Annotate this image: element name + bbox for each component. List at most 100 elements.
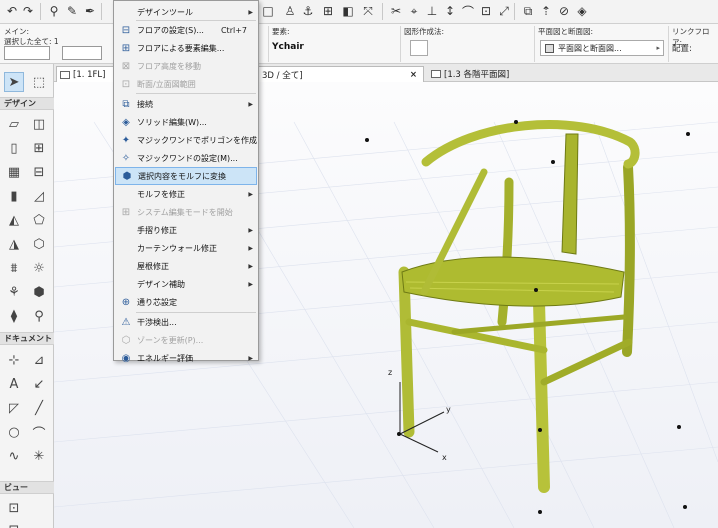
- shell-icon[interactable]: ⬠: [29, 210, 49, 230]
- tab-floor-plan-label: [1. 1FL]: [73, 69, 106, 80]
- menu-item[interactable]: カーテンウォール修正 ▶: [115, 239, 257, 257]
- tab-floor-plan[interactable]: [1. 1FL]: [56, 66, 114, 82]
- toolbar-divider: [382, 3, 383, 20]
- grid-icon: ⊕: [121, 296, 131, 308]
- plan-section-button[interactable]: 平面図と断面図... ▸: [540, 40, 664, 56]
- menu-item[interactable]: ⊕ 通り芯設定: [115, 293, 257, 311]
- stretch-icon[interactable]: ↕: [442, 3, 458, 19]
- section-icon[interactable]: ⊡: [4, 498, 24, 518]
- slab-icon[interactable]: ▦: [4, 162, 24, 182]
- object-icon[interactable]: ⚘: [4, 282, 24, 302]
- box-icon[interactable]: □: [260, 3, 276, 19]
- window-icon[interactable]: ⊞: [29, 138, 49, 158]
- plan-section-value: 平面図と断面図...: [558, 43, 622, 53]
- wall-icon[interactable]: ▱: [4, 114, 24, 134]
- circle-icon[interactable]: ○: [4, 422, 24, 442]
- pen-selector[interactable]: [62, 46, 102, 60]
- inject-icon[interactable]: ✒: [82, 3, 98, 19]
- zone-icon[interactable]: ⬢: [29, 282, 49, 302]
- stair-icon[interactable]: ◿: [29, 186, 49, 206]
- menu-item[interactable]: 屋根修正 ▶: [115, 257, 257, 275]
- elevate-icon[interactable]: ⇡: [538, 3, 554, 19]
- morph-icon[interactable]: ⧫: [4, 306, 24, 326]
- arrow-select-icon[interactable]: ➤: [4, 72, 24, 92]
- offset-icon[interactable]: ⊡: [478, 3, 494, 19]
- trim-icon[interactable]: ⧉: [520, 3, 536, 19]
- magic-wand-icon: ✦: [121, 134, 131, 146]
- menu-item[interactable]: ◈ ソリッド編集(W)...: [115, 113, 257, 131]
- redo-icon[interactable]: ↷: [20, 3, 36, 19]
- spline-icon[interactable]: ∿: [4, 446, 24, 466]
- polyline-icon[interactable]: ⌒: [29, 422, 49, 442]
- menu-item[interactable]: ⊟ フロアの設定(S)... Ctrl+7: [115, 21, 257, 39]
- pin-icon[interactable]: ⚓: [300, 3, 316, 19]
- magic-wand-settings-icon: ✧: [121, 152, 131, 164]
- floor-plan-icon: [60, 70, 70, 79]
- undo-icon[interactable]: ↶: [4, 3, 20, 19]
- menu-item[interactable]: ✦ マジックワンドでポリゴンを作成: [115, 131, 257, 149]
- element-value[interactable]: Ychair: [272, 42, 304, 52]
- layer-icon[interactable]: ◈: [574, 3, 590, 19]
- menu-item-label: マジックワンドの設定(M)...: [137, 153, 238, 163]
- grid-tool-icon[interactable]: ⊟: [29, 162, 49, 182]
- menu-item[interactable]: モルフを修正 ▶: [115, 185, 257, 203]
- resize-icon[interactable]: ⤢: [496, 3, 512, 19]
- text-icon[interactable]: A: [4, 374, 24, 394]
- ychair-model[interactable]: [398, 120, 640, 493]
- menu-item[interactable]: デザインツール ▶: [115, 3, 257, 21]
- main-toolbar: ↶ ↷ ⚲ ✎ ✒ □ ♙ ⚓ ⊞ ◧ ⤧ ✂ ⌖ ⊥ ↕ ⌒ ⊡ ⤢ ⧉ ⇡ …: [0, 0, 718, 24]
- level-dimension-icon[interactable]: ⊿: [29, 350, 49, 370]
- grid-snap-icon[interactable]: ⊞: [320, 3, 336, 19]
- marquee-icon[interactable]: ⬚: [29, 72, 49, 92]
- cross-icon[interactable]: ⤧: [360, 3, 376, 19]
- menu-item-label: フロアの設定(S)...: [137, 25, 204, 35]
- menu-item-label: モルフを修正: [137, 189, 185, 199]
- menu-item[interactable]: ⊞ フロアによる要素編集...: [115, 39, 257, 57]
- menu-item[interactable]: ◉ エネルギー評価 ▶: [115, 349, 257, 367]
- close-icon[interactable]: ×: [410, 70, 417, 80]
- menu-item[interactable]: ⚠ 干渉検出...: [115, 313, 257, 331]
- selection-hotspots[interactable]: [365, 120, 690, 514]
- mesh-icon[interactable]: ◮: [4, 234, 24, 254]
- align-icon[interactable]: ⊥: [424, 3, 440, 19]
- tab-plan-label: [1.3 各階平面図]: [444, 70, 510, 80]
- label-icon[interactable]: ↙: [29, 374, 49, 394]
- menu-item[interactable]: ⧉ 接続 ▶: [115, 95, 257, 113]
- lamp-icon[interactable]: ☼: [29, 258, 49, 278]
- railing-icon[interactable]: ⩩: [4, 258, 24, 278]
- submenu-arrow-icon: ▶: [248, 190, 253, 198]
- person-icon[interactable]: ♙: [282, 3, 298, 19]
- menu-item[interactable]: デザイン補助 ▶: [115, 275, 257, 293]
- menu-item[interactable]: ⬢ 選択内容をモルフに変換: [115, 167, 257, 185]
- menu-item[interactable]: ✧ マジックワンドの設定(M)...: [115, 149, 257, 167]
- pin-tool-icon[interactable]: ⚲: [29, 306, 49, 326]
- tab-3d-view[interactable]: 3D / 全て] ×: [258, 66, 424, 82]
- shape-method-button[interactable]: [410, 40, 428, 56]
- menu-item: ⬡ ゾーンを更新(P)...: [115, 331, 257, 349]
- column-icon[interactable]: ▯: [4, 138, 24, 158]
- connect-icon: ⧉: [122, 98, 130, 110]
- menu-item-label: フロアによる要素編集...: [137, 43, 225, 53]
- find-select-icon[interactable]: ⚲: [46, 3, 62, 19]
- dimension-icon[interactable]: ⊹: [4, 350, 24, 370]
- line-icon[interactable]: ╱: [29, 398, 49, 418]
- collision-icon: ⚠: [121, 316, 131, 328]
- curtain-wall-icon[interactable]: ⬡: [29, 234, 49, 254]
- submenu-arrow-icon: ▶: [248, 8, 253, 16]
- shadow-icon[interactable]: ◧: [340, 3, 356, 19]
- elevation-icon[interactable]: ⊟: [4, 520, 24, 528]
- blank-icon: [119, 187, 133, 201]
- fillet-icon[interactable]: ⌒: [460, 3, 476, 19]
- scissors-icon[interactable]: ✂: [388, 3, 404, 19]
- split-icon[interactable]: ⊘: [556, 3, 572, 19]
- menu-item[interactable]: 手摺り修正 ▶: [115, 221, 257, 239]
- roof-icon[interactable]: ◭: [4, 210, 24, 230]
- beam-icon[interactable]: ▮: [4, 186, 24, 206]
- hotspot-icon[interactable]: ✳: [29, 446, 49, 466]
- tab-plan[interactable]: [1.3 各階平面図]: [428, 66, 568, 82]
- door-icon[interactable]: ◫: [29, 114, 49, 134]
- fill-icon[interactable]: ◸: [4, 398, 24, 418]
- node-icon[interactable]: ⌖: [406, 3, 422, 19]
- layer-selector[interactable]: [4, 46, 50, 60]
- eyedropper-icon[interactable]: ✎: [64, 3, 80, 19]
